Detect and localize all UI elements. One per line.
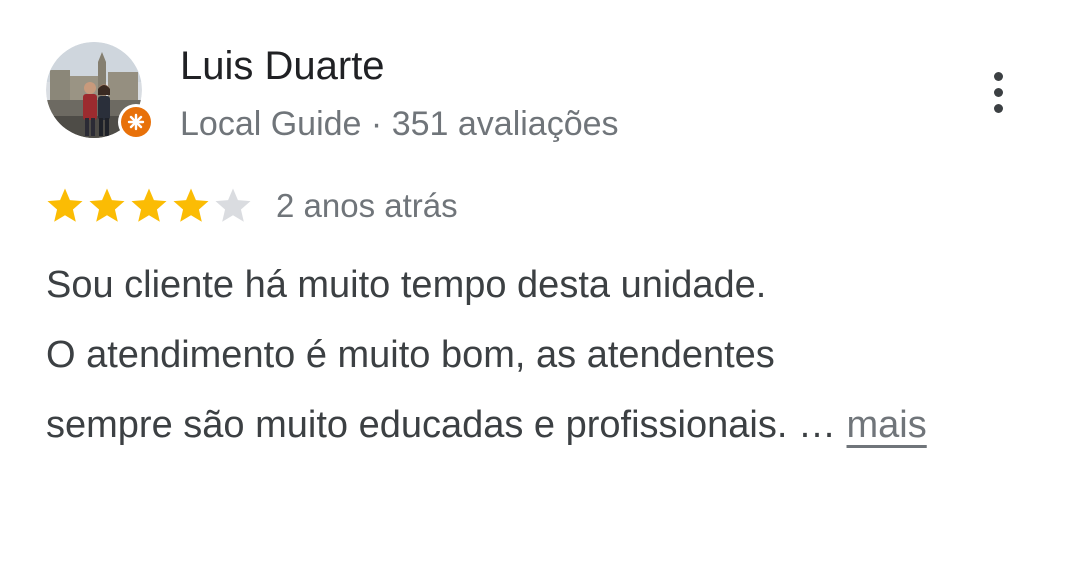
author-meta: Local Guide · 351 avaliações xyxy=(180,102,619,146)
review-text: Sou cliente há muito tempo desta unidade… xyxy=(46,250,1056,460)
local-guide-label: Local Guide xyxy=(180,105,362,143)
author-avatar[interactable] xyxy=(46,42,154,140)
review-date: 2 anos atrás xyxy=(276,187,458,224)
more-vert-icon xyxy=(993,71,1003,81)
more-options-button[interactable] xyxy=(976,64,1020,120)
review-text-truncated: sempre são muito educadas e profissionai… xyxy=(46,404,836,446)
star-icon xyxy=(131,188,167,222)
star-rating xyxy=(44,185,254,227)
more-link[interactable]: mais xyxy=(847,404,927,446)
star-icon xyxy=(89,188,125,222)
star-outline-icon xyxy=(215,188,251,222)
review-text-line: O atendimento é muito bom, as atendentes xyxy=(46,334,775,376)
review-text-line: sempre são muito educadas e profissionai… xyxy=(46,390,1056,460)
review-card: Luis Duarte Local Guide · 351 avaliações… xyxy=(0,0,1080,566)
meta-separator: · xyxy=(370,105,383,143)
author-name[interactable]: Luis Duarte xyxy=(180,42,385,90)
local-guide-badge-icon xyxy=(118,104,154,140)
star-icon xyxy=(47,188,83,222)
rating-row: 2 anos atrás xyxy=(44,184,458,228)
star-icon xyxy=(173,188,209,222)
review-text-line: Sou cliente há muito tempo desta unidade… xyxy=(46,264,767,306)
reviews-count: 351 avaliações xyxy=(391,105,619,143)
